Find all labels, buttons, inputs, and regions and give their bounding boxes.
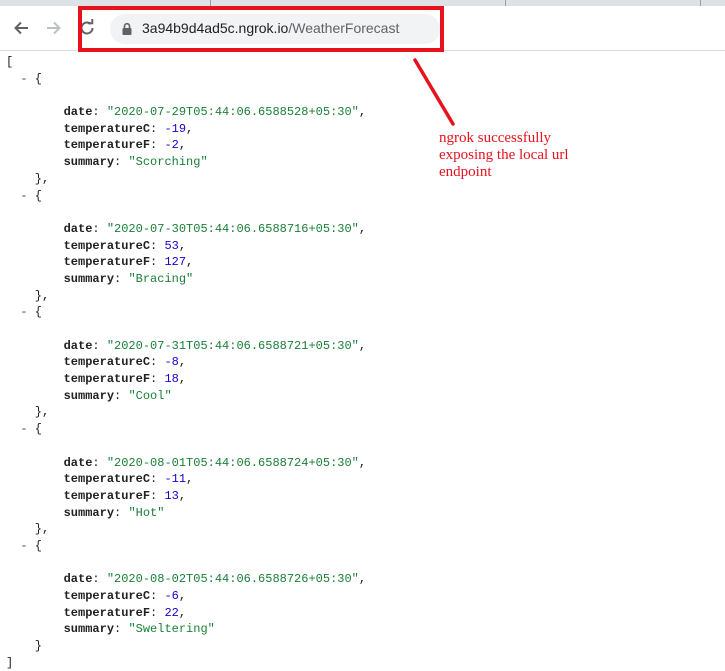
json-value: 53 bbox=[164, 238, 179, 253]
json-value: "2020-08-01T05:44:06.6588724+05:30" bbox=[106, 455, 359, 470]
json-property: temperatureC: 53, bbox=[63, 238, 187, 253]
json-key: temperatureF bbox=[63, 488, 151, 503]
json-value: "2020-07-30T05:44:06.6588716+05:30" bbox=[106, 221, 359, 236]
json-key: temperatureF bbox=[63, 372, 151, 387]
json-value: -6 bbox=[164, 589, 179, 603]
json-value: "Bracing" bbox=[128, 271, 194, 286]
json-value: 22 bbox=[164, 605, 179, 620]
json-object-open: - { bbox=[20, 422, 43, 437]
json-value: -19 bbox=[164, 121, 187, 136]
json-object-open: - { bbox=[20, 188, 43, 203]
json-property: summary: "Cool" bbox=[63, 388, 172, 403]
json-blank-line bbox=[6, 438, 366, 455]
json-object-close: }, bbox=[6, 405, 50, 420]
json-value: -11 bbox=[164, 472, 187, 487]
back-button[interactable] bbox=[9, 16, 33, 40]
json-blank-line bbox=[6, 204, 366, 221]
arrow-right-icon bbox=[47, 21, 61, 35]
json-property: date: "2020-07-31T05:44:06.6588721+05:30… bbox=[63, 338, 367, 353]
annotation-line: endpoint bbox=[439, 164, 492, 180]
json-property: summary: "Sweltering" bbox=[63, 622, 215, 637]
json-key: temperatureF bbox=[63, 255, 151, 270]
json-value: "Sweltering" bbox=[128, 622, 215, 637]
json-value: "2020-08-02T05:44:06.6588726+05:30" bbox=[106, 572, 359, 587]
collapse-toggle[interactable]: - bbox=[20, 72, 27, 86]
json-property: temperatureC: -19, bbox=[63, 121, 194, 136]
annotation-line: exposing the local url bbox=[439, 147, 569, 163]
json-key: temperatureC bbox=[63, 238, 151, 253]
annotation-line: ngrok successfully bbox=[439, 130, 552, 146]
json-key: temperatureF bbox=[63, 605, 151, 620]
url-highlight-box bbox=[78, 6, 444, 52]
arrow-left-icon bbox=[14, 21, 28, 35]
json-value: -8 bbox=[164, 355, 179, 370]
json-close-bracket: ] bbox=[6, 655, 14, 670]
json-object-close: }, bbox=[6, 171, 50, 186]
json-key: summary bbox=[63, 622, 115, 637]
json-object-close: } bbox=[6, 639, 43, 654]
json-property: temperatureF: -2, bbox=[63, 138, 187, 153]
collapse-toggle[interactable]: - bbox=[20, 422, 27, 436]
json-value: "Scorching" bbox=[128, 155, 208, 170]
json-key: temperatureC bbox=[63, 355, 151, 370]
json-property: date: "2020-07-29T05:44:06.6588528+05:30… bbox=[63, 105, 367, 120]
json-value: "Hot" bbox=[128, 505, 165, 520]
json-key: summary bbox=[63, 388, 115, 403]
json-property: temperatureF: 22, bbox=[63, 605, 187, 620]
json-object-open: - { bbox=[20, 538, 43, 553]
json-key: temperatureC bbox=[63, 121, 151, 136]
json-open-bracket: [ bbox=[6, 55, 14, 69]
json-value: 18 bbox=[164, 372, 179, 387]
collapse-toggle[interactable]: - bbox=[20, 539, 27, 553]
json-key: date bbox=[63, 105, 93, 120]
json-property: date: "2020-07-30T05:44:06.6588716+05:30… bbox=[63, 221, 367, 236]
json-property: summary: "Hot" bbox=[63, 505, 165, 520]
json-viewer: [ - { date: "2020-07-29T05:44:06.6588528… bbox=[6, 54, 366, 671]
json-property: date: "2020-08-02T05:44:06.6588726+05:30… bbox=[63, 572, 367, 587]
annotation-text: ngrok successfully exposing the local ur… bbox=[439, 130, 619, 181]
json-property: temperatureF: 13, bbox=[63, 488, 187, 503]
json-key: date bbox=[63, 221, 93, 236]
json-blank-line bbox=[6, 87, 366, 104]
json-key: temperatureC bbox=[63, 472, 151, 487]
json-value: "2020-07-31T05:44:06.6588721+05:30" bbox=[106, 338, 359, 353]
json-value: "Cool" bbox=[128, 388, 172, 403]
json-blank-line bbox=[6, 555, 366, 572]
json-value: -2 bbox=[164, 138, 179, 153]
json-value: 13 bbox=[164, 488, 179, 503]
json-property: temperatureC: -8, bbox=[63, 355, 187, 370]
json-key: summary bbox=[63, 271, 115, 286]
json-blank-line bbox=[6, 321, 366, 338]
json-property: summary: "Bracing" bbox=[63, 271, 194, 286]
json-value: 127 bbox=[164, 255, 187, 270]
json-property: temperatureC: -6, bbox=[63, 589, 187, 603]
json-property: date: "2020-08-01T05:44:06.6588724+05:30… bbox=[63, 455, 367, 470]
json-object-close: }, bbox=[6, 522, 50, 537]
json-property: summary: "Scorching" bbox=[63, 155, 208, 170]
json-object-close: }, bbox=[6, 288, 50, 303]
json-value: "2020-07-29T05:44:06.6588528+05:30" bbox=[106, 105, 359, 120]
json-property: temperatureF: 18, bbox=[63, 372, 187, 387]
collapse-toggle[interactable]: - bbox=[20, 305, 27, 319]
json-key: temperatureC bbox=[63, 589, 151, 603]
forward-button[interactable] bbox=[42, 16, 66, 40]
json-key: date bbox=[63, 338, 93, 353]
json-property: temperatureC: -11, bbox=[63, 472, 194, 487]
json-object-open: - { bbox=[20, 305, 43, 320]
json-key: summary bbox=[63, 155, 115, 170]
json-object-open: - { bbox=[20, 71, 43, 86]
json-key: date bbox=[63, 572, 93, 587]
json-key: summary bbox=[63, 505, 115, 520]
json-key: temperatureF bbox=[63, 138, 151, 153]
collapse-toggle[interactable]: - bbox=[20, 189, 27, 203]
json-property: temperatureF: 127, bbox=[63, 255, 194, 270]
json-key: date bbox=[63, 455, 93, 470]
